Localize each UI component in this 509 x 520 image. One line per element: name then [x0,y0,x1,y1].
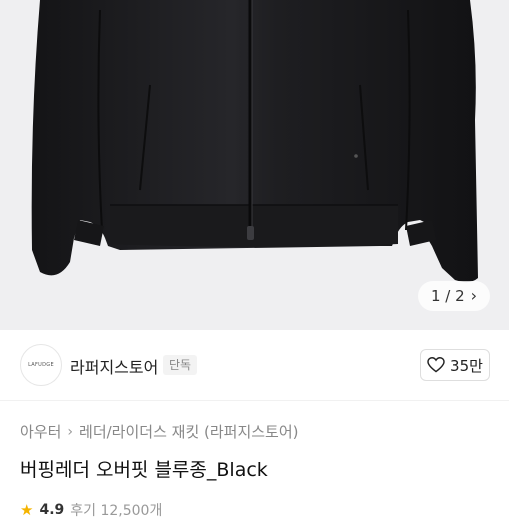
breadcrumb-category[interactable]: 아우터 [20,421,61,442]
breadcrumb-subcategory[interactable]: 레더/라이더스 재킷 (라퍼지스토어) [79,421,299,442]
heart-icon [427,357,445,373]
store-logo[interactable]: LAFUDGE [20,344,62,386]
pager-count: 1 / 2 [430,287,465,305]
star-icon: ★ [20,501,34,519]
product-title: 버핑레더 오버핏 블루종_Black [20,459,268,481]
chevron-right-icon[interactable]: › [471,288,477,304]
like-button[interactable]: 35만 [420,349,490,381]
rating-value: 4.9 [39,502,65,518]
image-pager[interactable]: 1 / 2 › [418,281,490,311]
product-image[interactable]: 1 / 2 › [0,0,509,330]
chevron-right-icon: › [67,423,74,440]
store-name[interactable]: 라퍼지스토어 [70,354,158,378]
exclusive-badge: 단독 [163,355,198,375]
rating-row[interactable]: ★ 4.9 후기 12,500개 [20,500,162,520]
like-count: 35만 [450,356,483,375]
breadcrumb: 아우터 › 레더/라이더스 재킷 (라퍼지스토어) [20,421,299,442]
review-count[interactable]: 후기 12,500개 [70,500,162,520]
store-logo-text: LAFUDGE [28,362,54,368]
